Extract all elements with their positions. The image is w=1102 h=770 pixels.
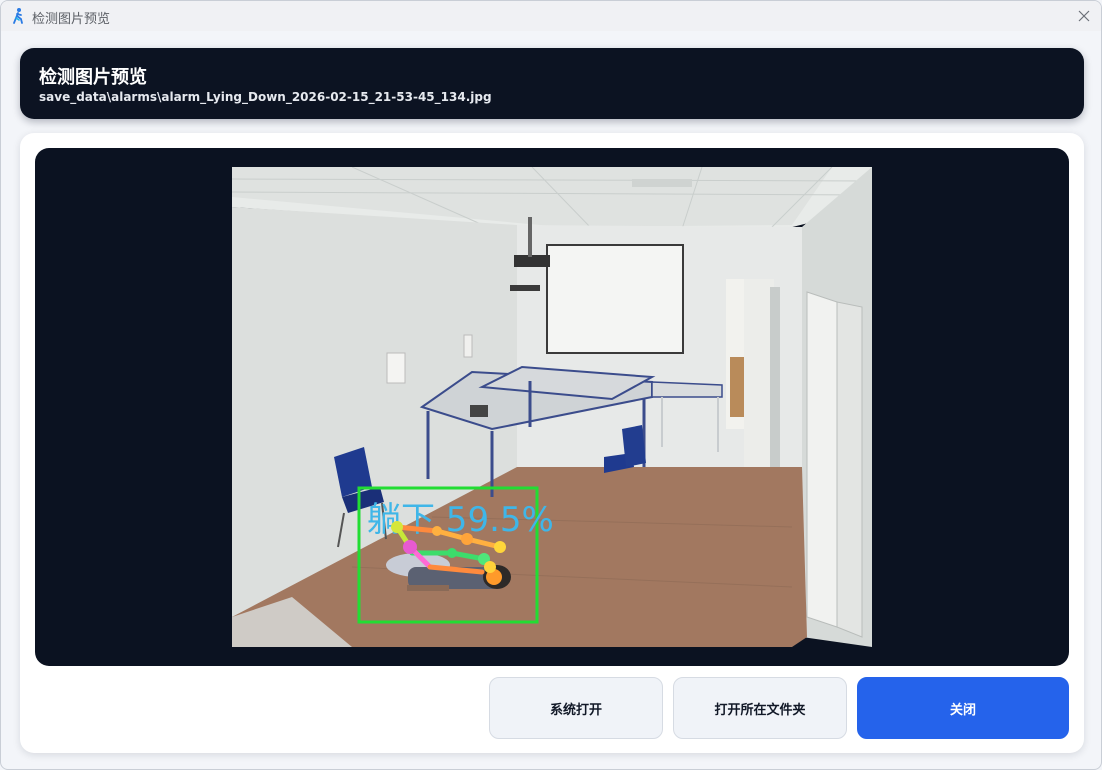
title-bar[interactable]: 检测图片预览: [1, 1, 1101, 31]
file-path: save_data\alarms\alarm_Lying_Down_2026-0…: [39, 90, 492, 104]
detection-label: 躺下 59.5%: [367, 500, 554, 540]
running-figure-icon: [13, 8, 23, 24]
header-card: 检测图片预览 save_data\alarms\alarm_Lying_Down…: [20, 48, 1084, 119]
main-card: 躺下 59.5% 系统打开 打开所在文件夹 关闭: [20, 133, 1084, 753]
close-icon: [1078, 10, 1090, 22]
close-button[interactable]: 关闭: [857, 677, 1069, 739]
open-folder-button[interactable]: 打开所在文件夹: [673, 677, 847, 739]
window-close-button[interactable]: [1073, 5, 1095, 27]
detection-image: 躺下 59.5%: [232, 167, 872, 647]
image-preview-area: 躺下 59.5%: [35, 148, 1069, 666]
system-open-button[interactable]: 系统打开: [489, 677, 663, 739]
page-title: 检测图片预览: [39, 67, 147, 88]
window-title: 检测图片预览: [32, 12, 111, 27]
preview-window: 检测图片预览 检测图片预览 save_data\alarms\alarm_Lyi…: [0, 0, 1102, 770]
